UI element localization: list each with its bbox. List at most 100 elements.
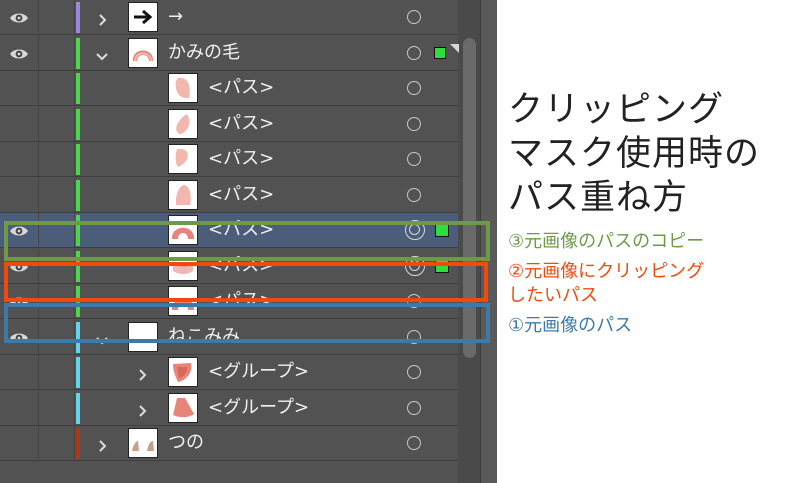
- selection-square-icon[interactable]: [434, 47, 446, 59]
- lock-toggle[interactable]: [38, 320, 75, 354]
- visibility-toggle[interactable]: [0, 426, 39, 460]
- eye-icon: [9, 223, 29, 237]
- horn-thumb: [128, 428, 158, 458]
- target-circle-icon[interactable]: [407, 152, 421, 166]
- visibility-toggle[interactable]: [0, 355, 39, 389]
- target-circle-icon[interactable]: [407, 330, 421, 344]
- blank-thumb: [128, 322, 158, 352]
- visibility-toggle[interactable]: [0, 0, 39, 34]
- visibility-toggle[interactable]: [0, 320, 39, 354]
- layer-name[interactable]: <グループ>: [208, 361, 309, 383]
- layer-row[interactable]: かみの毛: [0, 36, 458, 71]
- visibility-toggle[interactable]: [0, 284, 39, 318]
- visibility-toggle[interactable]: [0, 391, 39, 425]
- layer-row[interactable]: <グループ>: [0, 391, 458, 426]
- lock-toggle[interactable]: [38, 36, 75, 70]
- selection-square-icon[interactable]: [435, 223, 449, 237]
- arrow-thumb: [128, 2, 158, 32]
- layer-row[interactable]: <パス>: [0, 71, 458, 106]
- eye-icon: [9, 10, 29, 24]
- ear-thumb-1: [168, 357, 198, 387]
- chevron-right-icon[interactable]: [136, 402, 148, 417]
- lock-toggle[interactable]: [38, 355, 75, 389]
- layer-color-bar: [76, 109, 80, 140]
- chevron-down-icon[interactable]: [96, 331, 108, 345]
- path-thumb-2: [168, 109, 198, 139]
- note-original-path: ①元画像のパス: [508, 315, 633, 336]
- layer-color-bar: [76, 286, 80, 317]
- lock-toggle[interactable]: [38, 249, 75, 283]
- visibility-toggle[interactable]: [0, 36, 39, 70]
- visibility-toggle[interactable]: [0, 178, 39, 212]
- target-circle-icon[interactable]: [407, 365, 421, 379]
- lock-toggle[interactable]: [38, 426, 75, 460]
- layer-name[interactable]: <パス>: [208, 113, 274, 135]
- lock-toggle[interactable]: [38, 284, 75, 318]
- eye-icon: [9, 330, 29, 344]
- lock-toggle[interactable]: [38, 178, 75, 212]
- lock-toggle[interactable]: [38, 391, 75, 425]
- layer-row[interactable]: ねこみみ: [0, 320, 458, 355]
- ear-thumb-2: [168, 393, 198, 423]
- layer-name[interactable]: <パス>: [208, 184, 274, 206]
- target-circle-icon[interactable]: [407, 81, 421, 95]
- eye-icon: [9, 46, 29, 60]
- target-double-circle-icon[interactable]: [405, 256, 425, 276]
- target-double-circle-icon[interactable]: [405, 220, 425, 240]
- layer-name[interactable]: つの: [168, 432, 204, 454]
- visibility-toggle[interactable]: [0, 107, 39, 141]
- layer-color-bar: [76, 144, 80, 175]
- chevron-right-icon[interactable]: [96, 437, 108, 452]
- layer-name[interactable]: <パス>: [208, 77, 274, 99]
- arch-thumb: [168, 286, 198, 316]
- selection-square-icon[interactable]: [435, 259, 449, 273]
- chevron-right-icon[interactable]: [96, 11, 108, 26]
- lock-toggle[interactable]: [38, 107, 75, 141]
- target-circle-icon[interactable]: [407, 117, 421, 131]
- target-circle-icon[interactable]: [407, 401, 421, 415]
- layer-row[interactable]: <グループ>: [0, 355, 458, 390]
- target-circle-icon[interactable]: [407, 188, 421, 202]
- selection-corner-marker: [450, 44, 459, 53]
- layer-name[interactable]: <パス>: [208, 255, 274, 277]
- title-line: クリッピング: [508, 90, 725, 130]
- layer-name[interactable]: かみの毛: [168, 42, 240, 64]
- visibility-toggle[interactable]: [0, 142, 39, 176]
- lock-toggle[interactable]: [38, 71, 75, 105]
- layer-name[interactable]: →: [168, 6, 183, 28]
- layer-row[interactable]: <パス>: [0, 249, 458, 284]
- lock-toggle[interactable]: [38, 213, 75, 247]
- chevron-right-icon[interactable]: [136, 366, 148, 381]
- panel-edge: [480, 0, 497, 483]
- layer-row[interactable]: <パス>: [0, 284, 458, 319]
- lock-toggle[interactable]: [38, 142, 75, 176]
- title-line: マスク使用時の: [508, 134, 761, 174]
- layer-name[interactable]: <パス>: [208, 219, 274, 241]
- target-circle-icon[interactable]: [407, 10, 421, 24]
- layer-color-bar: [76, 215, 80, 246]
- layer-row[interactable]: つの: [0, 426, 458, 461]
- visibility-toggle[interactable]: [0, 71, 39, 105]
- layer-row[interactable]: →: [0, 0, 458, 35]
- target-circle-icon[interactable]: [407, 436, 421, 450]
- chevron-down-icon[interactable]: [96, 47, 108, 61]
- annotation-title: クリッピング マスク使用時の パス重ね方: [508, 88, 760, 220]
- target-circle-icon[interactable]: [407, 46, 421, 60]
- band-thumb: [168, 251, 198, 281]
- layer-row[interactable]: <パス>: [0, 178, 458, 213]
- layer-row[interactable]: <パス>: [0, 213, 458, 248]
- layers-panel: → かみの毛 <パス> <パス> <パス> <パス> <パス> <パス> <パス> ねこみみ <グル…: [0, 0, 497, 483]
- layer-color-bar: [76, 322, 80, 353]
- layer-name[interactable]: ねこみみ: [168, 326, 240, 348]
- lock-toggle[interactable]: [38, 0, 75, 34]
- visibility-toggle[interactable]: [0, 213, 39, 247]
- layer-row[interactable]: <パス>: [0, 142, 458, 177]
- layer-name[interactable]: <パス>: [208, 290, 274, 312]
- layer-row[interactable]: <パス>: [0, 107, 458, 142]
- target-circle-icon[interactable]: [407, 294, 421, 308]
- layer-name[interactable]: <パス>: [208, 148, 274, 170]
- scrollbar-thumb[interactable]: [463, 38, 476, 358]
- layer-name[interactable]: <グループ>: [208, 397, 309, 419]
- hair-thumb: [128, 38, 158, 68]
- visibility-toggle[interactable]: [0, 249, 39, 283]
